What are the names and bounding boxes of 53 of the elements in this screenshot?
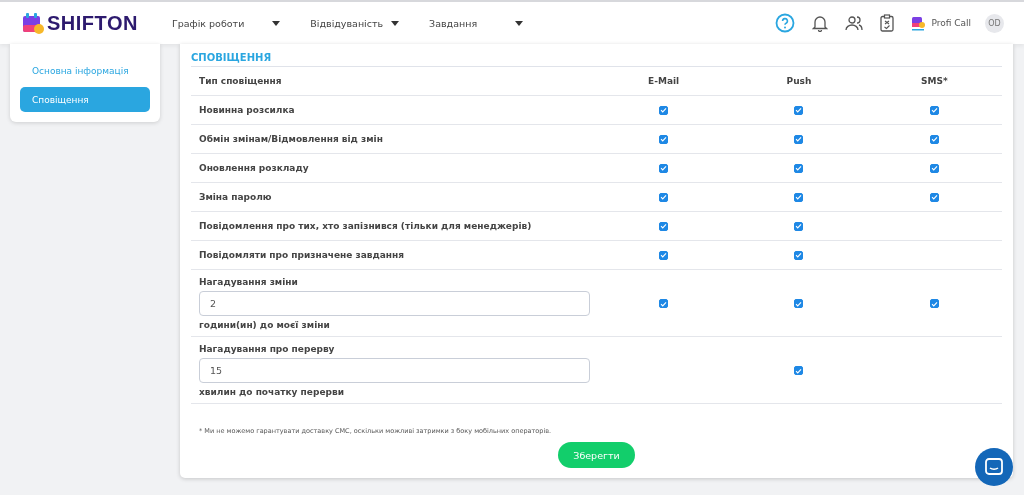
column-header: Тип сповіщення — [198, 76, 283, 86]
checkbox[interactable] — [929, 163, 939, 173]
column-header: Push — [785, 76, 813, 86]
checkbox[interactable] — [659, 105, 669, 115]
help-icon[interactable] — [775, 13, 796, 33]
row-label: Нагадування зміни — [199, 277, 299, 287]
bell-icon[interactable] — [812, 14, 829, 32]
checkbox[interactable] — [794, 250, 804, 260]
company-name: Profi Call — [931, 18, 971, 28]
checkbox[interactable] — [794, 192, 804, 202]
row-label: Оновлення розкладу — [199, 163, 310, 173]
number-input-field[interactable]: 15 — [199, 358, 590, 383]
row-label: Обмін змінам/Відмовлення від змін — [199, 134, 384, 144]
caret-icon — [391, 20, 400, 26]
checkbox[interactable] — [659, 299, 669, 308]
unit-label: години(ин) до моєї зміни — [199, 320, 331, 330]
user-avatar[interactable]: OD — [985, 13, 1004, 33]
checkbox[interactable] — [659, 163, 669, 173]
checkbox[interactable] — [929, 105, 939, 115]
checkbox[interactable] — [659, 250, 669, 260]
checkbox[interactable] — [794, 163, 804, 173]
column-header: SMS* — [920, 76, 949, 86]
checkbox[interactable] — [794, 105, 804, 115]
logo-text: SHIFTON — [47, 11, 138, 35]
row-label: Повідомляти про призначене завдання — [199, 250, 406, 260]
checkbox[interactable] — [659, 134, 669, 144]
menu-dropdown[interactable]: Завдання — [429, 17, 524, 29]
checkbox[interactable] — [929, 299, 939, 308]
checkbox[interactable] — [794, 221, 804, 231]
checkbox[interactable] — [794, 299, 804, 308]
chat-icon — [984, 457, 1004, 477]
section-title: СПОВІЩЕННЯ — [191, 52, 1002, 67]
checkbox[interactable] — [659, 192, 669, 202]
company-logo-icon — [911, 15, 926, 31]
calendar-logo-icon — [22, 12, 44, 34]
number-input-field[interactable]: 2 — [199, 291, 590, 316]
checkbox[interactable] — [929, 134, 939, 144]
caret-icon — [272, 20, 281, 26]
users-icon[interactable] — [845, 15, 864, 31]
checkbox[interactable] — [794, 366, 804, 375]
menu-dropdown[interactable]: Відвідуваність — [310, 17, 400, 29]
checkbox[interactable] — [659, 221, 669, 231]
row-label: Зміна паролю — [199, 192, 273, 202]
clipboard-icon[interactable] — [880, 14, 895, 32]
row-label: Повідомлення про тих, хто запізнився (тільки для менеджерів) — [199, 221, 533, 231]
row-label: Новинна розсилка — [199, 105, 296, 115]
menu-dropdown[interactable]: Графік роботи — [171, 17, 281, 29]
checkbox[interactable] — [794, 134, 804, 144]
column-header: E-Mail — [647, 76, 681, 86]
caret-icon — [515, 20, 524, 26]
unit-label: хвилин до початку перерви — [199, 387, 345, 397]
row-label: Нагадування про перерву — [199, 344, 336, 354]
checkbox[interactable] — [929, 192, 939, 202]
